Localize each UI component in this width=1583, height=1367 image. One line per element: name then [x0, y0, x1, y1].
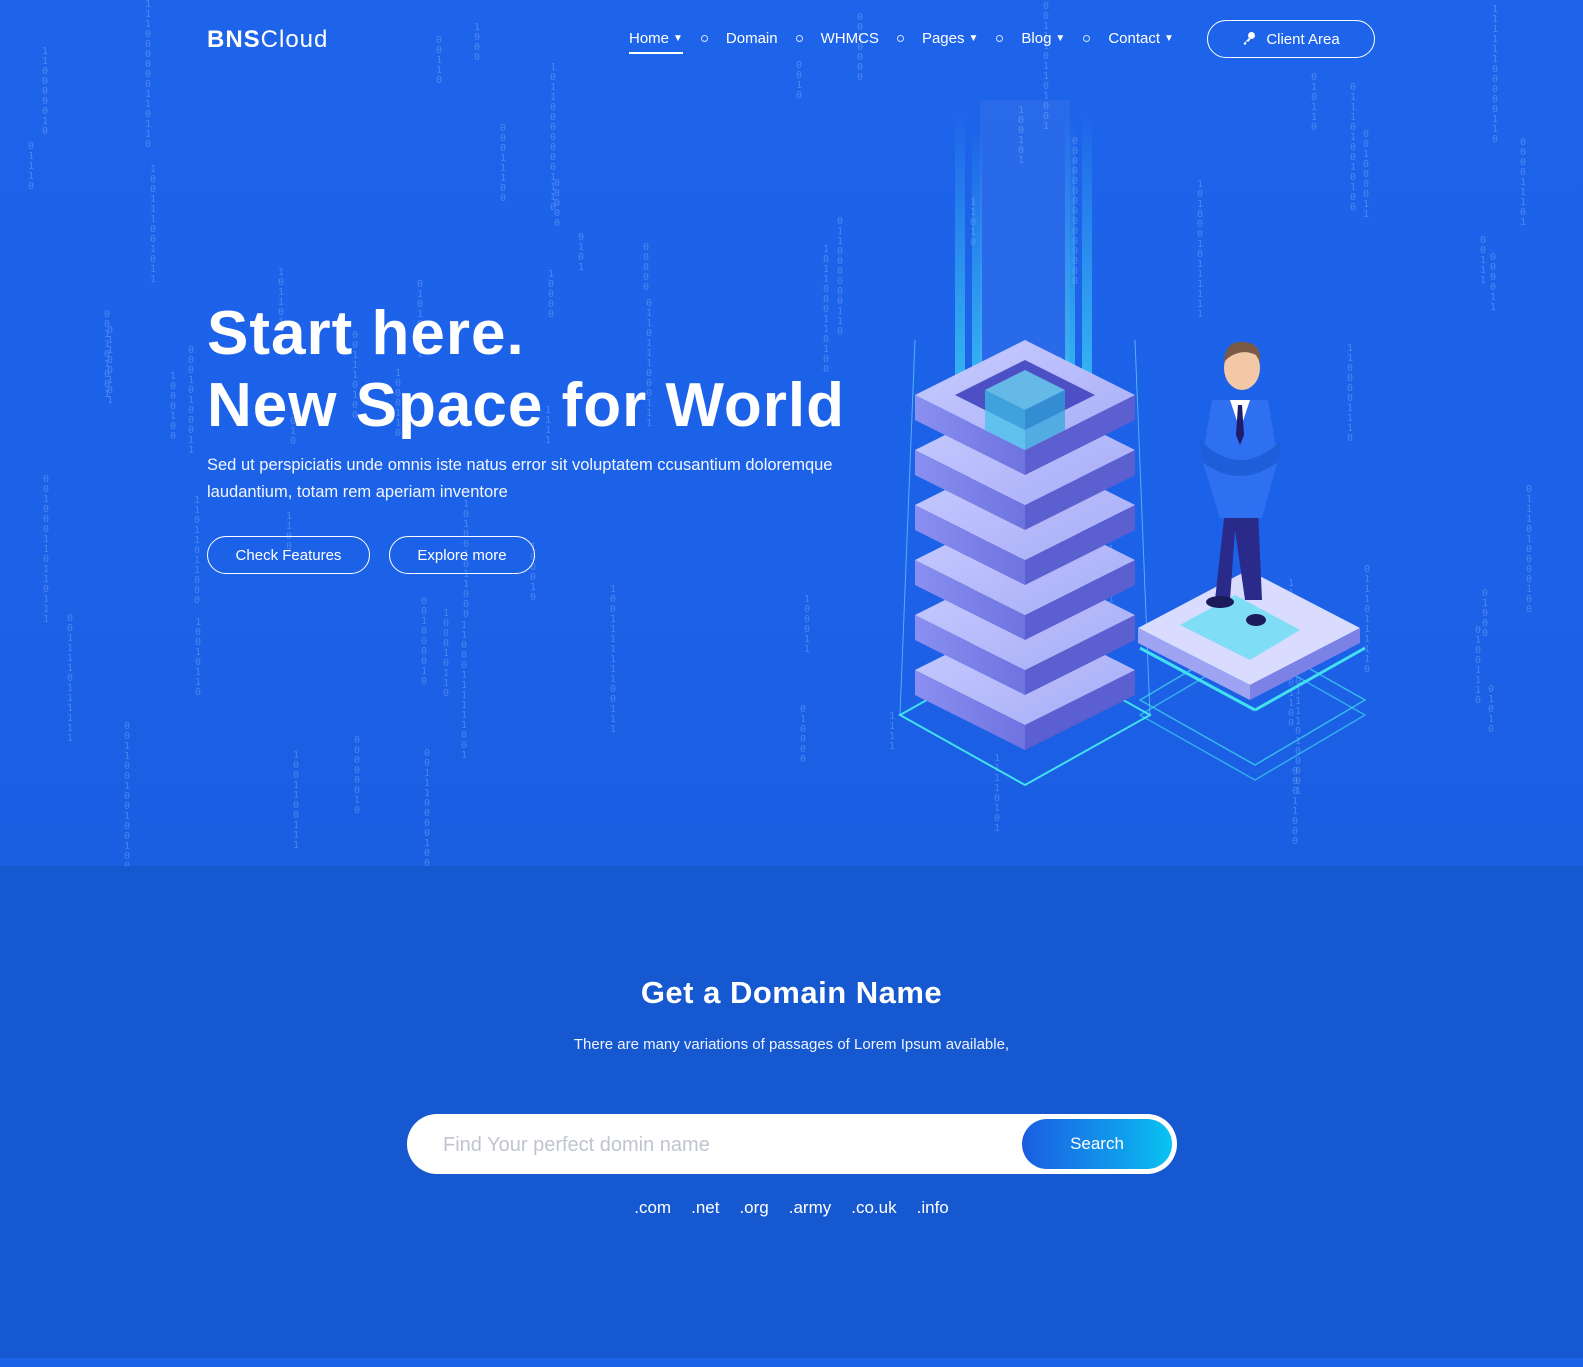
binary-column: 0 1 1 0 0 1 0 1 — [107, 325, 114, 406]
binary-column: 0 0 1 1 0 1 0 0 1 — [104, 309, 111, 400]
tld-com[interactable]: .com — [634, 1198, 671, 1218]
hero-subtitle: Sed ut perspiciatis unde omnis iste natu… — [207, 456, 833, 501]
hero-title-line1: Start here. — [207, 299, 525, 368]
nav-contact[interactable]: Contact ▼ — [1108, 30, 1174, 47]
binary-column: 0 0 1 1 1 — [1480, 235, 1487, 286]
tld-org[interactable]: .org — [739, 1198, 768, 1218]
domain-section-title: Get a Domain Name — [640, 975, 943, 1010]
binary-column: 1 0 0 1 1 1 0 0 1 0 1 1 — [150, 164, 157, 285]
nav-whmcs-label: WHMCS — [820, 30, 879, 47]
nav-separator — [795, 35, 803, 42]
logo[interactable]: BNSCloud — [207, 26, 328, 54]
binary-column: 0 0 1 1 0 — [436, 35, 443, 86]
binary-column: 0 0 0 0 0 — [643, 242, 650, 293]
domain-search-input[interactable] — [441, 1114, 1005, 1176]
nav-separator — [896, 35, 904, 42]
binary-column: 0 0 0 1 1 1 0 0 — [500, 123, 507, 204]
domain-section-subtitle: There are many variations of passages of… — [573, 1036, 1010, 1053]
binary-column: 0 0 1 1 1 1 0 1 1 1 1 1 1 — [67, 613, 74, 744]
binary-column: 1 0 0 0 1 0 1 1 0 — [443, 608, 450, 699]
binary-column: 1 0 0 0 — [474, 22, 481, 63]
binary-column: 0 0 1 0 0 0 0 — [857, 12, 864, 83]
explore-more-label: Explore more — [417, 546, 507, 564]
binary-column: 0 1 0 0 1 1 1 0 — [1475, 625, 1482, 706]
nav-domain[interactable]: Domain — [726, 30, 778, 47]
tld-net[interactable]: .net — [691, 1198, 719, 1218]
client-area-label: Client Area — [1266, 30, 1340, 48]
binary-column: 0 1 0 0 0 — [1482, 588, 1489, 639]
tld-couk[interactable]: .co.uk — [851, 1198, 896, 1218]
binary-column: 1 0 0 0 1 1 — [804, 594, 811, 655]
binary-column: 0 0 0 0 1 1 — [1490, 252, 1497, 313]
logo-light: Cloud — [260, 26, 329, 53]
logo-bold: BNS — [207, 26, 261, 53]
nav-home[interactable]: Home ▼ — [629, 30, 683, 54]
tld-list: .com .net .org .army .co.uk .info — [0, 1198, 1583, 1218]
nav-home-label: Home — [629, 30, 670, 47]
binary-column: 0 0 1 1 0 0 1 0 0 1 0 0 1 0 0 — [124, 721, 131, 867]
nav-whmcs[interactable]: WHMCS — [821, 30, 879, 47]
tld-army[interactable]: .army — [789, 1198, 832, 1218]
binary-column: 0 0 0 0 1 1 1 0 1 — [1520, 137, 1527, 228]
binary-column: 0 0 0 0 0 — [554, 178, 561, 229]
binary-column: 0 1 0 1 — [578, 232, 585, 273]
nav-pages-label: Pages — [921, 30, 965, 47]
binary-column: 1 0 0 1 1 0 0 1 1 1 — [293, 750, 300, 851]
binary-column: 1 1 1 1 1 1 0 0 0 0 0 1 1 0 — [1492, 4, 1499, 145]
caret-down-icon: ▼ — [673, 33, 683, 44]
domain-search-box: Search — [407, 1114, 1177, 1176]
platform — [1138, 570, 1367, 781]
binary-column: 1 1 0 0 0 1 1 1 1 1 1 0 0 1 — [461, 620, 468, 761]
hero-title-line2: New Space for World — [207, 371, 845, 440]
binary-column: 1 0 1 1 0 0 0 0 0 0 0 1 1 1 0 — [550, 62, 557, 213]
nav-separator — [996, 35, 1004, 42]
binary-column: 1 1 1 0 0 0 0 0 0 1 1 0 1 1 0 — [145, 0, 152, 150]
explore-more-button[interactable]: Explore more — [389, 536, 535, 574]
nav-contact-label: Contact — [1108, 30, 1161, 47]
search-button[interactable]: Search — [1022, 1119, 1172, 1169]
binary-column: 0 0 1 0 0 0 1 1 0 1 1 0 1 1 1 — [43, 474, 50, 625]
nav-domain-label: Domain — [725, 30, 778, 47]
tld-info[interactable]: .info — [917, 1198, 949, 1218]
caret-down-icon: ▼ — [1164, 33, 1174, 44]
nav-separator — [700, 35, 708, 42]
main-nav: Home ▼ Domain WHMCS Pages ▼ Blog ▼ Contact ▼ — [629, 30, 1174, 54]
binary-column: 1 1 0 0 0 0 0 1 0 — [42, 46, 49, 137]
binary-column: 0 0 1 0 0 0 0 1 0 — [421, 596, 428, 687]
server-illustration — [897, 100, 1367, 787]
binary-column: 0 0 1 0 — [796, 60, 803, 101]
binary-column: 1 0 0 0 1 0 0 — [170, 371, 177, 442]
check-features-label: Check Features — [235, 546, 342, 564]
binary-column: 0 1 0 1 0 — [1488, 684, 1495, 735]
bottom-divider — [0, 1358, 1583, 1367]
binary-column: 0 1 0 0 0 0 — [800, 704, 807, 765]
hero-title: Start here. New Space for World — [207, 298, 845, 442]
binary-column: 1 0 0 1 0 1 1 0 — [195, 617, 202, 698]
binary-column: 1 1 0 1 1 0 1 1 0 0 0 — [194, 495, 201, 606]
binary-column: 0 0 1 1 1 0 0 0 0 1 0 0 0 — [424, 748, 431, 867]
nav-blog[interactable]: Blog ▼ — [1021, 30, 1065, 47]
binary-column: 0 1 1 1 0 1 0 0 0 0 1 0 0 — [1526, 484, 1533, 615]
key-icon — [1242, 31, 1256, 48]
caret-down-icon: ▼ — [968, 33, 979, 44]
check-features-button[interactable]: Check Features — [207, 536, 370, 574]
nav-blog-label: Blog — [1021, 30, 1052, 47]
binary-column: 0 0 0 1 0 1 0 0 0 1 1 — [188, 345, 195, 456]
binary-column: 0 1 1 1 0 — [28, 141, 35, 192]
caret-down-icon: ▼ — [1055, 33, 1066, 44]
binary-column: 1 0 0 1 1 1 1 1 1 1 0 0 1 1 1 — [610, 584, 617, 735]
hero-section: 1 0 0 0 1 0 1 1 0 0 0 0 1 0 1 0 0 0 1 1 … — [0, 0, 1583, 866]
binary-column: 0 0 0 0 0 0 1 0 — [354, 735, 361, 816]
server-stack — [915, 340, 1135, 750]
nav-separator — [1083, 35, 1091, 42]
nav-pages[interactable]: Pages ▼ — [922, 30, 978, 47]
client-area-button[interactable]: Client Area — [1207, 20, 1375, 58]
